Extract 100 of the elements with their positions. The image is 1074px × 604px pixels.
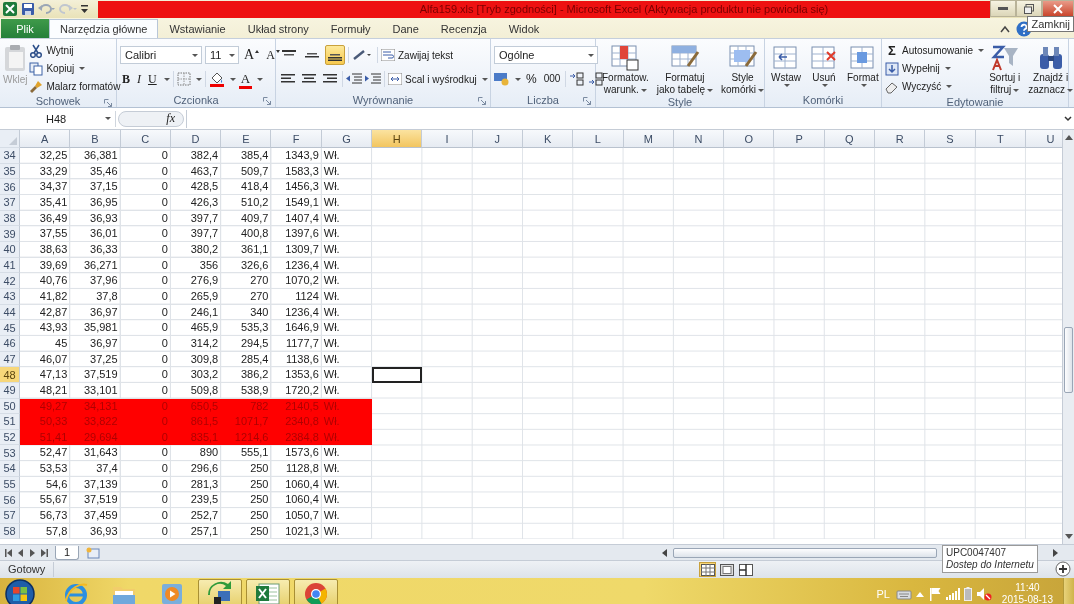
column-header[interactable]: P (774, 130, 825, 148)
sync-taskbar-button[interactable] (198, 579, 242, 604)
ribbon-tab[interactable]: Układ strony (236, 19, 320, 38)
conditional-button[interactable]: Formatow. warunk. (599, 42, 652, 96)
cut-button[interactable]: Wytnij (29, 42, 121, 59)
row-header[interactable]: 34 (0, 148, 20, 164)
save-icon[interactable] (21, 2, 35, 16)
layout-view-button[interactable] (718, 562, 736, 577)
fill-button[interactable]: Wypełnij (885, 60, 985, 77)
name-box[interactable]: H48 (0, 110, 116, 127)
row-header[interactable]: 57 (0, 508, 20, 524)
zoom-in-icon[interactable] (1055, 561, 1071, 577)
chrome-taskbar-button[interactable] (294, 579, 338, 604)
currency-icon[interactable] (494, 72, 510, 86)
increase-indent-icon[interactable] (365, 73, 381, 85)
shrink-font-button[interactable]: A (264, 45, 282, 65)
ribbon-tab[interactable]: Dane (381, 19, 430, 38)
font-size-field[interactable]: 11 (205, 46, 239, 64)
row-header[interactable]: 51 (0, 414, 20, 430)
column-header[interactable]: S (925, 130, 976, 148)
bold-button[interactable]: B (120, 69, 132, 89)
keyboard-icon[interactable] (895, 587, 912, 600)
format-button[interactable]: Format (844, 42, 882, 87)
previous-sheet-icon[interactable] (18, 548, 24, 557)
clear-button[interactable]: Wyczyść (885, 78, 985, 95)
column-header[interactable]: A (20, 130, 71, 148)
scroll-left-icon[interactable] (662, 548, 668, 557)
column-header[interactable]: M (623, 130, 674, 148)
sort-button[interactable]: Sortuj i filtruj (986, 42, 1024, 96)
speaker-muted-icon[interactable] (975, 586, 992, 601)
dialog-launcher-icon[interactable] (263, 97, 271, 105)
grow-font-button[interactable]: A (242, 45, 262, 65)
find-button[interactable]: Znajdź i zaznacz (1025, 42, 1074, 96)
number-format-field[interactable]: Ogólne (494, 46, 598, 64)
ribbon-tab[interactable]: Narzędzia główne (49, 19, 159, 38)
scroll-thumb[interactable] (673, 547, 937, 558)
ribbon-tab[interactable]: Formuły (319, 19, 382, 38)
merge-center-button[interactable]: Scal i wyśrodkuj (388, 70, 488, 88)
wrap-text-button[interactable]: Zawijaj tekst (381, 46, 453, 64)
column-header[interactable]: B (70, 130, 121, 148)
underline-button[interactable]: U (146, 69, 159, 89)
column-header[interactable]: Q (824, 130, 876, 148)
row-header[interactable]: 36 (0, 179, 20, 195)
copy-button[interactable]: Kopiuj (29, 60, 121, 77)
column-header[interactable]: L (573, 130, 624, 148)
ribbon-tab[interactable]: Widok (497, 19, 551, 38)
scroll-thumb[interactable] (1064, 327, 1073, 393)
next-sheet-icon[interactable] (29, 548, 35, 557)
row-header[interactable]: 45 (0, 320, 20, 336)
italic-button[interactable]: I (135, 69, 143, 89)
decrease-indent-icon[interactable] (346, 73, 362, 85)
file-tab[interactable]: Plik (1, 19, 49, 38)
orientation-icon[interactable] (352, 49, 374, 61)
restore-button[interactable] (1016, 0, 1042, 17)
excel-taskbar-button[interactable] (246, 579, 290, 604)
column-header[interactable]: U (1025, 130, 1062, 148)
percent-button[interactable]: % (524, 70, 539, 88)
cellstyle-button[interactable]: Style komórki (718, 42, 768, 96)
customize-icon[interactable] (80, 3, 89, 15)
thousands-button[interactable]: 000 (541, 70, 563, 88)
column-header[interactable]: J (472, 130, 523, 148)
column-header[interactable]: O (724, 130, 775, 148)
sheet-tab[interactable]: 1 (55, 545, 80, 560)
column-header[interactable]: T (975, 130, 1026, 148)
row-header[interactable]: 39 (0, 226, 20, 242)
column-header[interactable]: D (170, 130, 222, 148)
scroll-down-icon[interactable] (1064, 534, 1073, 540)
ribbon-tab[interactable]: Wstawianie (158, 19, 237, 38)
ribbon-tab[interactable]: Recenzja (429, 19, 498, 38)
last-sheet-icon[interactable] (40, 548, 48, 557)
start-button[interactable] (4, 578, 36, 604)
align-text-icon[interactable] (281, 73, 295, 85)
sum-button[interactable]: Σ Autosumowanie (885, 42, 985, 59)
column-header[interactable]: G (321, 130, 373, 148)
row-header[interactable]: 54 (0, 461, 20, 477)
function-button[interactable]: fx (166, 111, 175, 126)
column-header[interactable]: E (221, 130, 272, 148)
align-text-icon[interactable] (302, 73, 316, 85)
column-header[interactable]: K (522, 130, 574, 148)
align-text-icon[interactable] (323, 73, 337, 85)
pagebreak-view-button[interactable] (737, 562, 755, 577)
selected-cell[interactable] (372, 367, 423, 383)
column-header[interactable]: H (372, 130, 423, 148)
column-header[interactable]: R (875, 130, 926, 148)
table-button[interactable]: Formatuj jako tabelę (653, 42, 717, 96)
delete-button[interactable]: Usuń (806, 42, 842, 87)
align-bottom-button[interactable] (325, 45, 345, 65)
vertical-scrollbar[interactable] (1062, 130, 1074, 544)
normal-view-button[interactable] (699, 562, 717, 577)
insert-button[interactable]: Wstaw (768, 42, 804, 87)
font-color-button[interactable]: A (238, 69, 253, 89)
row-header[interactable]: 42 (0, 273, 20, 289)
scroll-up-icon[interactable] (1064, 134, 1073, 140)
painter-button[interactable]: Malarz formatów (29, 78, 121, 95)
font-family-field[interactable]: Calibri (120, 46, 202, 64)
dialog-launcher-icon[interactable] (583, 97, 591, 105)
row-header[interactable]: 53 (0, 445, 20, 462)
dialog-launcher-icon[interactable] (104, 99, 112, 107)
dialog-launcher-icon[interactable] (478, 97, 486, 105)
minimize-button[interactable] (990, 0, 1016, 17)
